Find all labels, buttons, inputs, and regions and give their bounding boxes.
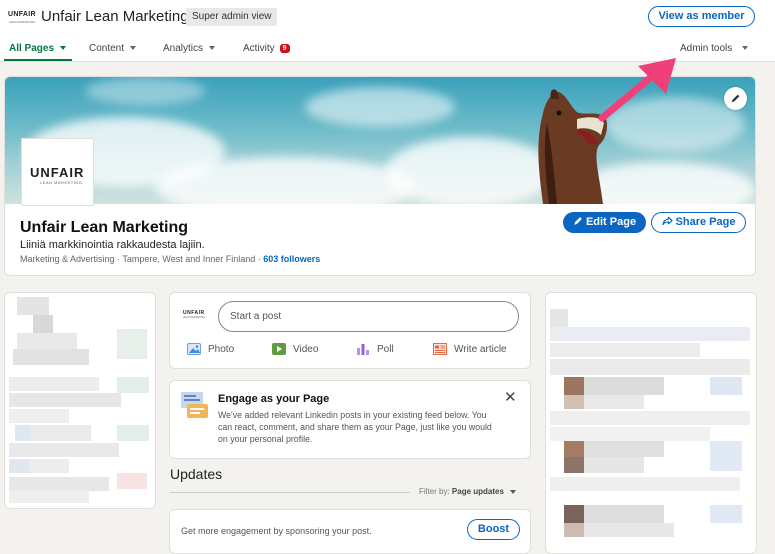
photo-icon <box>187 343 201 356</box>
tab-all-pages[interactable]: All Pages <box>9 43 67 54</box>
poll-button[interactable]: Poll <box>356 343 394 357</box>
video-label: Video <box>293 344 319 355</box>
company-meta: Marketing & Advertising · Tampere, West … <box>20 254 320 264</box>
company-logo[interactable]: UNFAIR LEAN MARKETING <box>21 138 94 206</box>
edit-cover-button[interactable] <box>724 87 747 110</box>
photo-label: Photo <box>208 344 235 355</box>
share-page-button[interactable]: Share Page <box>651 212 746 233</box>
filter-label: Filter by: <box>419 487 450 496</box>
engage-page-icon <box>181 392 208 418</box>
company-meta-text: Marketing & Advertising · Tampere, West … <box>20 254 264 264</box>
share-arrow-icon <box>661 216 673 226</box>
video-button[interactable]: Video <box>272 343 318 357</box>
view-as-member-button[interactable]: View as member <box>648 6 755 27</box>
engage-as-page-card: Engage as your Page We've added relevant… <box>169 380 531 459</box>
filter-dropdown[interactable]: Filter by: Page updates <box>419 487 516 496</box>
admin-view-badge: Super admin view <box>186 8 278 26</box>
start-post-input[interactable]: Start a post <box>218 301 519 332</box>
composer-avatar: UNFAIR LEAN MARKETING <box>183 310 205 319</box>
logo-subtext: LEAN MARKETING <box>9 20 36 24</box>
chevron-down-icon <box>130 46 137 51</box>
right-sidebar-blurred <box>545 292 757 554</box>
write-article-label: Write article <box>454 344 507 355</box>
edit-page-label: Edit Page <box>585 216 637 228</box>
close-icon[interactable]: ✕ <box>504 390 517 405</box>
tab-analytics-label: Analytics <box>163 43 204 54</box>
boost-button[interactable]: Boost <box>467 519 520 540</box>
engage-description: We've added relevant Linkedin posts in y… <box>218 410 492 444</box>
chevron-down-icon <box>742 46 749 51</box>
photo-button[interactable]: Photo <box>187 343 234 357</box>
chevron-down-icon <box>209 46 216 51</box>
edit-page-button[interactable]: Edit Page <box>563 212 646 233</box>
poll-icon <box>357 344 369 356</box>
tab-content[interactable]: Content <box>89 43 137 54</box>
post-composer: UNFAIR LEAN MARKETING Start a post Photo… <box>169 292 531 369</box>
tab-activity-label: Activity <box>243 43 275 54</box>
company-logo-small[interactable]: UNFAIR LEAN MARKETING <box>8 11 36 25</box>
chevron-down-icon <box>509 489 516 494</box>
write-article-button[interactable]: Write article <box>433 343 507 357</box>
company-tagline: Liiniä markkinointia rakkaudesta lajiin. <box>20 239 205 251</box>
tab-all-pages-label: All Pages <box>9 43 55 54</box>
logo-subtext: LEAN MARKETING <box>183 316 206 319</box>
tab-content-label: Content <box>89 43 125 54</box>
logo-subtext: LEAN MARKETING <box>40 180 83 185</box>
filter-value: Page updates <box>451 487 504 496</box>
logo-text: UNFAIR <box>30 165 85 180</box>
engage-title: Engage as your Page <box>218 393 330 405</box>
pencil-icon <box>574 217 582 225</box>
chevron-down-icon <box>60 46 67 51</box>
company-name: Unfair Lean Marketing <box>20 219 189 236</box>
divider <box>170 492 410 493</box>
article-icon <box>433 343 447 356</box>
logo-text: UNFAIR <box>8 11 36 18</box>
page-title: Unfair Lean Marketing <box>41 8 189 25</box>
activity-count-badge: 9 <box>279 44 290 53</box>
active-tab-indicator <box>4 59 72 61</box>
updates-heading: Updates <box>170 466 223 482</box>
sponsor-text: Get more engagement by sponsoring your p… <box>181 526 372 536</box>
video-icon <box>272 343 286 356</box>
share-page-label: Share Page <box>675 216 736 228</box>
tab-activity[interactable]: Activity 9 <box>243 43 290 54</box>
admin-tools-menu[interactable]: Admin tools <box>680 43 749 54</box>
pencil-icon <box>731 94 740 103</box>
followers-link[interactable]: 603 followers <box>263 254 320 264</box>
poll-label: Poll <box>377 344 394 355</box>
tab-analytics[interactable]: Analytics <box>163 43 216 54</box>
left-sidebar-blurred <box>4 292 156 509</box>
sponsor-post-card: Get more engagement by sponsoring your p… <box>169 509 531 554</box>
annotation-arrow-icon <box>598 58 676 122</box>
